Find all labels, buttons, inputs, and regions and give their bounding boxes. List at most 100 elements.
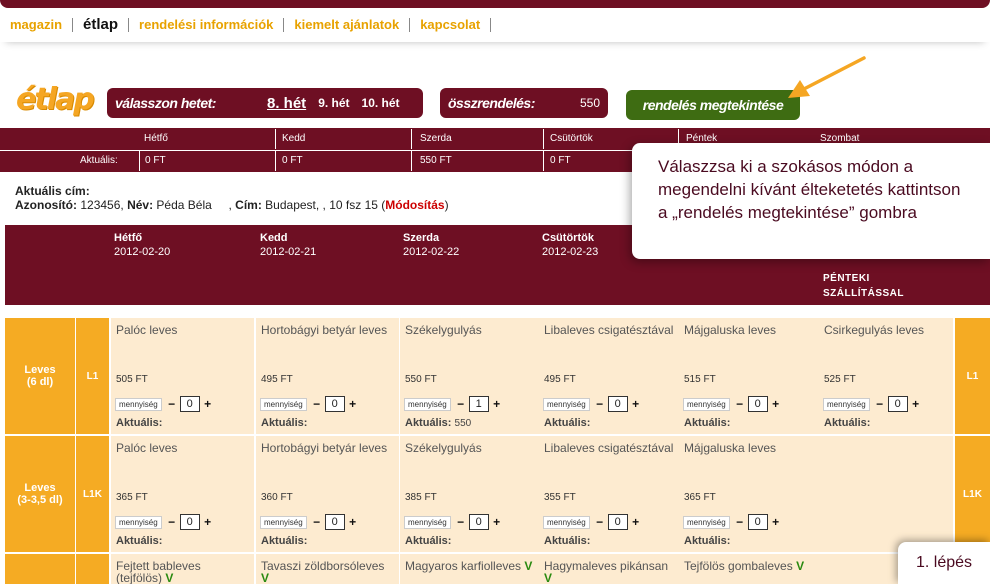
dish-cell: Csirkegulyás leves 525 FT mennyiség −0 + A… <box>819 318 953 434</box>
quantity-label: mennyiség <box>404 397 451 411</box>
minus-button[interactable]: − <box>874 397 886 411</box>
day-label: Hétfő <box>144 133 168 144</box>
quantity-input[interactable]: 0 <box>887 396 908 412</box>
quantity-input[interactable]: 0 <box>324 396 345 412</box>
category-portion: (3-3,5 dl) <box>17 494 63 506</box>
plus-button[interactable]: + <box>347 397 359 411</box>
nav-magazin[interactable]: magazin <box>10 18 74 32</box>
quantity-input[interactable]: 0 <box>179 396 200 412</box>
dish-price: 365 FT <box>116 492 148 503</box>
code-cell <box>76 554 109 584</box>
current-amount: Aktuális: <box>405 535 451 547</box>
week-current[interactable]: 8. hét <box>267 95 306 112</box>
dish-price: 495 FT <box>261 374 293 385</box>
vegetarian-mark: V <box>544 571 553 584</box>
aktualis-label: Aktuális: <box>80 155 118 166</box>
dish-name-text: Fejtett bableves (tejfölös) <box>116 559 201 584</box>
day-label: Kedd <box>282 133 306 144</box>
total-value: 550 <box>579 96 600 110</box>
date-day-name: Hétfő <box>114 232 143 244</box>
nav-kapcsolat[interactable]: kapcsolat <box>410 18 492 32</box>
plus-button[interactable]: + <box>770 515 782 529</box>
minus-button[interactable]: − <box>166 397 178 411</box>
quantity-input[interactable]: 0 <box>179 514 200 530</box>
dish-name: Palóc leves <box>116 323 178 337</box>
menu-row-l1: Leves (6 dl) L1 Palóc leves 505 FT menny… <box>5 318 990 434</box>
minus-button[interactable]: − <box>594 397 606 411</box>
aktualis-label: Aktuális: <box>261 535 308 547</box>
dish-cell: Székelygulyás 385 FT mennyiség −0 + Aktuál… <box>400 436 543 552</box>
quantity-stepper: mennyiség −0 + <box>115 514 214 530</box>
minus-button[interactable]: − <box>734 515 746 529</box>
aktualis-label: Aktuális: <box>684 417 731 429</box>
plus-button[interactable]: + <box>202 515 214 529</box>
date-day-name: Csütörtök <box>542 232 594 244</box>
minus-button[interactable]: − <box>455 515 467 529</box>
addr-value: Budapest, , 10 fsz 15 <box>265 198 378 212</box>
minus-button[interactable]: − <box>734 397 746 411</box>
quantity-input[interactable]: 1 <box>468 396 489 412</box>
modify-address-link[interactable]: Módosítás <box>385 198 444 212</box>
plus-button[interactable]: + <box>202 397 214 411</box>
minus-button[interactable]: − <box>594 515 606 529</box>
dish-cell: Májgaluska leves 365 FT mennyiség −0 + Akt… <box>679 436 822 552</box>
dish-price: 515 FT <box>684 374 716 385</box>
nav-kiemelt-ajanlatok[interactable]: kiemelt ajánlatok <box>284 18 411 32</box>
dish-cell: Májgaluska leves 515 FT mennyiség −0 + Akt… <box>679 318 822 434</box>
quantity-label: mennyiség <box>115 515 162 529</box>
quantity-stepper: mennyiség −0 + <box>260 514 359 530</box>
date-day-name: Kedd <box>260 232 288 244</box>
week-option-9[interactable]: 9. hét <box>318 96 349 110</box>
quantity-label: mennyiség <box>404 515 451 529</box>
quantity-stepper: mennyiség −0 + <box>260 396 359 412</box>
quantity-stepper: mennyiség −0 + <box>683 514 782 530</box>
category-cell: Leves (6 dl) <box>5 318 75 434</box>
quantity-input[interactable]: 0 <box>468 514 489 530</box>
plus-button[interactable]: + <box>491 397 503 411</box>
vegetarian-mark: V <box>524 559 533 573</box>
top-bar <box>0 0 990 8</box>
quantity-input[interactable]: 0 <box>607 514 628 530</box>
current-amount: Aktuális: <box>544 535 590 547</box>
minus-button[interactable]: − <box>166 515 178 529</box>
date-value: 2012-02-22 <box>403 246 460 258</box>
plus-button[interactable]: + <box>910 397 922 411</box>
day-total: 0 FT <box>282 155 303 166</box>
week-option-10[interactable]: 10. hét <box>362 96 400 110</box>
friday-delivery-label: PÉNTEKI SZÁLLÍTÁSSAL <box>823 271 904 301</box>
plus-button[interactable]: + <box>770 397 782 411</box>
quantity-input[interactable]: 0 <box>324 514 345 530</box>
friday-delivery-line: PÉNTEKI <box>823 273 870 284</box>
quantity-input[interactable]: 0 <box>747 396 768 412</box>
quantity-input[interactable]: 0 <box>747 514 768 530</box>
dish-price: 360 FT <box>261 492 293 503</box>
dish-cell: Palóc leves 505 FT mennyiség −0 + Aktuális… <box>111 318 254 434</box>
current-amount: Aktuális: 550 <box>405 417 471 429</box>
plus-button[interactable]: + <box>630 397 642 411</box>
week-label: válasszon hetet: <box>115 95 216 111</box>
category-cell <box>5 554 75 584</box>
quantity-input[interactable]: 0 <box>607 396 628 412</box>
name-label: Név: <box>127 198 154 212</box>
friday-delivery-line: SZÁLLÍTÁSSAL <box>823 288 904 299</box>
dish-cell: Libaleves csigatésztával 495 FT mennyisé… <box>539 318 682 434</box>
dish-name-text: Tavaszi zöldborsóleves <box>261 559 385 573</box>
plus-button[interactable]: + <box>347 515 359 529</box>
aktualis-label: Aktuális: <box>405 535 452 547</box>
dish-price: 365 FT <box>684 492 716 503</box>
dish-name-text: Tejfölös gombaleves <box>684 559 793 573</box>
quantity-label: mennyiség <box>543 515 590 529</box>
minus-button[interactable]: − <box>455 397 467 411</box>
address-title: Aktuális cím: <box>15 184 90 198</box>
current-value: 550 <box>454 418 472 429</box>
plus-button[interactable]: + <box>630 515 642 529</box>
view-order-button[interactable]: rendelés megtekintése <box>626 90 800 120</box>
arrow-pointer-icon <box>788 56 866 98</box>
nav-etlap[interactable]: étlap <box>73 17 130 32</box>
nav-rendelesi-informaciok[interactable]: rendelési információk <box>129 18 285 32</box>
minus-button[interactable]: − <box>311 515 323 529</box>
minus-button[interactable]: − <box>311 397 323 411</box>
plus-button[interactable]: + <box>491 515 503 529</box>
code-cell: L1 <box>76 318 109 434</box>
quantity-stepper: mennyiség −0 + <box>823 396 922 412</box>
